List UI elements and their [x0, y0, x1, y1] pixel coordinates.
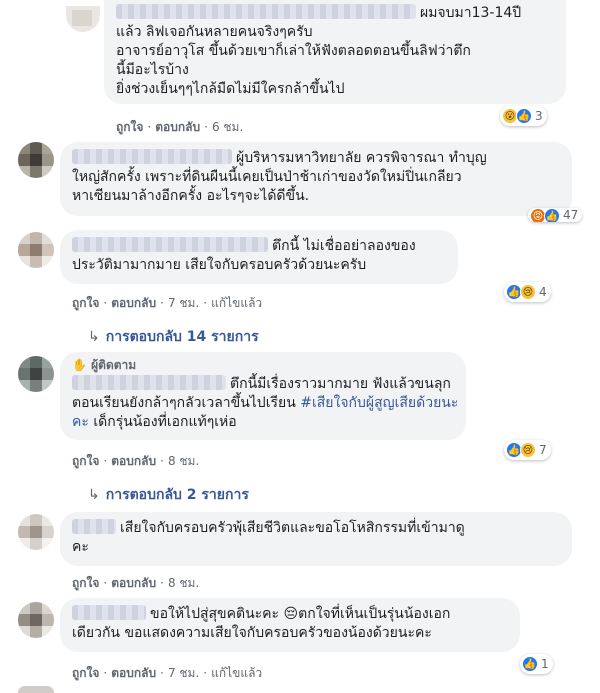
reply-link[interactable]: ตอบกลับ [111, 666, 156, 680]
reaction-summary[interactable]: 👍 😢 4 [504, 282, 551, 302]
sad-reaction-icon: 😢 [520, 442, 536, 458]
avatar[interactable] [18, 356, 54, 392]
comment-meta: ถูกใจ · ตอบกลับ · 7 ชม. · แก้ไขแล้ว [72, 666, 263, 680]
reply-link[interactable]: ตอบกลับ [111, 296, 156, 310]
comment-text: ผู้บริหารมหาวิทยาลัย ควรพิจารณา ทำบุญ [236, 150, 487, 166]
redacted-name [72, 519, 116, 534]
timestamp[interactable]: 6 ชม. [212, 120, 243, 134]
comment-bubble: ผมจบมา13-14ปี แล้ว ลิฟเจอกันหลายคนจริงๆค… [104, 0, 566, 104]
comment-bubble: เสียใจกับครอบครัวพุ้เสียชีวิตและขอโอโหสิ… [60, 512, 572, 566]
reaction-count: 4 [539, 285, 547, 299]
comment-text: นี้มีอะไรบ้าง [116, 62, 189, 78]
reaction-count: 7 [539, 443, 547, 457]
edited-link[interactable]: แก้ไขแล้ว [211, 666, 262, 680]
hashtag-link[interactable]: #เสียใจกับผู้สูญเสียด้วยนะ [300, 395, 458, 411]
comment-text: แล้ว ลิฟเจอกันหลายคนจริงๆครับ [116, 24, 313, 40]
reaction-summary[interactable]: 👍 1 [520, 654, 553, 674]
avatar[interactable] [18, 142, 54, 178]
comment-meta: ถูกใจ · ตอบกลับ · 7 ชม. · แก้ไขแล้ว [72, 296, 263, 310]
comment-text: เด็กรุ่นน้องที่เอกแท้ๆเห่อ [93, 414, 237, 430]
view-replies-link[interactable]: ↳ การตอบกลับ 14 รายการ [88, 326, 259, 348]
like-link[interactable]: ถูกใจ [116, 120, 143, 134]
timestamp[interactable]: 7 ชม. [168, 296, 199, 310]
like-reaction-icon: 👍 [522, 656, 538, 672]
like-link[interactable]: ถูกใจ [72, 576, 99, 590]
reply-link[interactable]: ตอบกลับ [111, 454, 156, 468]
redacted-name [116, 4, 416, 19]
comment-text: ผมจบมา13-14ปี [420, 5, 522, 21]
comment-text: หาเซียนมาล้างอีกครั้ง อะไรๆจะได้ดีขึ้น. [72, 188, 310, 204]
like-link[interactable]: ถูกใจ [72, 454, 99, 468]
comment-bubble: ผู้บริหารมหาวิทยาลัย ควรพิจารณา ทำบุญ ให… [60, 142, 572, 216]
redacted-name [72, 375, 226, 390]
comment-text: ตกใจที่เห็นเป็นรุ่นน้องเอก [298, 606, 451, 622]
reaction-count: 3 [535, 109, 543, 123]
comment-bubble: ✋ ผู้ติดตาม ตึกนี้มีเรื่องราวมากมาย ฟังแ… [60, 352, 466, 440]
reaction-summary[interactable]: 😮 👍 3 [500, 106, 547, 126]
redacted-name [72, 237, 268, 252]
avatar[interactable] [18, 602, 54, 638]
comment-text: ยิ่งช่วงเย็นๆๆไกล้มืดไม่มีใครกล้าขึ้นไป [116, 81, 345, 97]
redacted-name [72, 605, 146, 620]
like-reaction-icon: 👍 [544, 208, 560, 222]
replies-count-text: การตอบกลับ 2 รายการ [105, 487, 249, 503]
timestamp[interactable]: 8 ชม. [168, 454, 199, 468]
comment-text: เดียวกัน ขอแสดงความเสียใจกับครอบครัวของน… [72, 625, 432, 641]
comment-text: ตอนเรียนยังกล้าๆกลัวเวลาขึ้นไปเรียน [72, 395, 296, 411]
like-link[interactable]: ถูกใจ [72, 666, 99, 680]
reply-arrow-icon: ↳ [88, 487, 100, 503]
reaction-summary[interactable]: 😡 👍 47 [528, 208, 583, 222]
pensive-emoji-icon: 😔 [283, 606, 299, 622]
fan-badge-icon: ✋ [72, 358, 87, 372]
comment-bubble: ตึกนี้ ไม่เชื่ออย่าลองของ ประวัติมามากมา… [60, 230, 458, 284]
replies-count-text: การตอบกลับ 14 รายการ [105, 329, 259, 345]
avatar[interactable] [18, 514, 54, 550]
like-link[interactable]: ถูกใจ [72, 296, 99, 310]
reaction-summary[interactable]: 👍 😢 7 [504, 440, 551, 460]
reaction-count: 1 [541, 657, 549, 671]
comment-meta: ถูกใจ · ตอบกลับ · 6 ชม. [116, 120, 244, 134]
view-replies-link[interactable]: ↳ การตอบกลับ 2 รายการ [88, 484, 249, 506]
comment-text: ประวัติมามากมาย เสียใจกับครอบครัวด้วยนะค… [72, 257, 367, 273]
fan-badge-label: ผู้ติดตาม [91, 358, 137, 372]
redacted-name [72, 149, 232, 164]
reply-link[interactable]: ตอบกลับ [111, 576, 156, 590]
sad-reaction-icon: 😢 [520, 284, 536, 300]
comment-meta: ถูกใจ · ตอบกลับ · 8 ชม. [72, 454, 200, 468]
timestamp[interactable]: 7 ชม. [168, 666, 199, 680]
avatar[interactable] [18, 686, 54, 693]
comment-text: คะ [72, 539, 89, 555]
comment-text: ตึกนี้ ไม่เชื่ออย่าลองของ [272, 238, 416, 254]
reply-link[interactable]: ตอบกลับ [155, 120, 200, 134]
avatar[interactable] [18, 232, 54, 268]
reply-arrow-icon: ↳ [88, 329, 100, 345]
comment-text: ขอให้ไปสู่สุขคตินะคะ [150, 606, 280, 622]
comment-text: ใหญ่สักครั้ง เพราะที่ดินผืนนี้เคยเป็นป่า… [72, 169, 462, 185]
timestamp[interactable]: 8 ชม. [168, 576, 199, 590]
comment-bubble: ขอให้ไปสู่สุขคตินะคะ 😔ตกใจที่เห็นเป็นรุ่… [60, 598, 520, 652]
comment-text: ตึกนี้มีเรื่องราวมากมาย ฟังแล้วขนลุก [230, 376, 451, 392]
edited-link[interactable]: แก้ไขแล้ว [211, 296, 262, 310]
hashtag-link[interactable]: คะ [72, 414, 89, 430]
comment-meta: ถูกใจ · ตอบกลับ · 8 ชม. [72, 576, 200, 590]
comment-text: เสียใจกับครอบครัวพุ้เสียชีวิตและขอโอโหสิ… [120, 520, 465, 536]
avatar[interactable] [66, 6, 100, 32]
comment-text: อาจารย์อาวุโส ขึ้นด้วยเขาก็เล่าให้ฟังตลอ… [116, 43, 471, 59]
like-reaction-icon: 👍 [516, 108, 532, 124]
reaction-count: 47 [563, 208, 579, 222]
